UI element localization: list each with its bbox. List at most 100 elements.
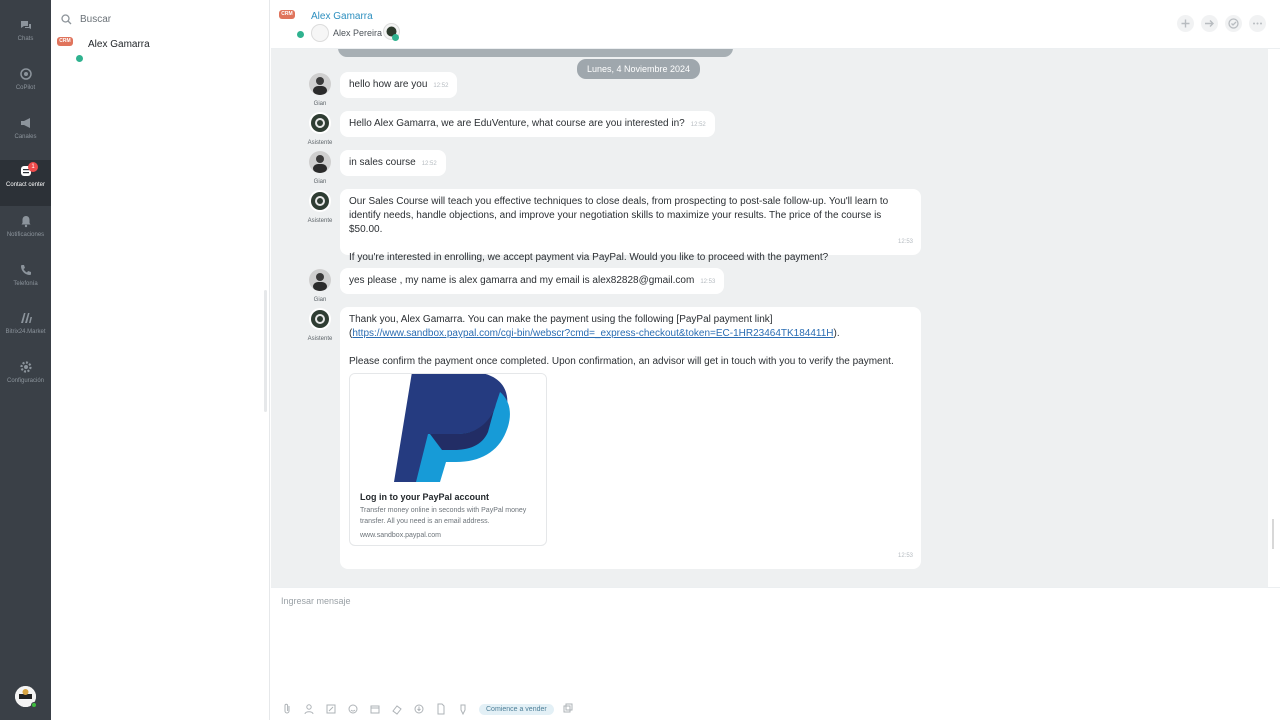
forward-button[interactable]: [1201, 15, 1218, 32]
search-input[interactable]: Buscar: [80, 14, 111, 25]
operator-name: Alex Pereira: [333, 28, 383, 38]
download-icon[interactable]: [413, 703, 425, 715]
message-bubble[interactable]: Hello Alex Gamarra, we are EduVenture, w…: [340, 111, 715, 137]
author-name: Asistente: [307, 336, 333, 342]
notification-badge: 1: [28, 162, 38, 172]
rail-label: Canales: [14, 134, 37, 140]
chat-list-item[interactable]: CRM Alex Gamarra: [57, 36, 257, 66]
calendar-icon[interactable]: [369, 703, 381, 715]
rail-item-contact-center[interactable]: 1 Contact center: [0, 160, 51, 206]
panel-resize-handle[interactable]: [264, 290, 267, 412]
date-chip: Lunes, 4 Noviembre 2024: [577, 59, 701, 79]
chat-title[interactable]: Alex Gamarra: [311, 11, 373, 22]
rail-label: Telefonía: [13, 281, 38, 287]
rail-item-configuracion[interactable]: Configuración: [0, 356, 51, 402]
forward-icon: [1205, 20, 1214, 27]
tag-icon[interactable]: [457, 703, 469, 715]
bell-icon: [21, 216, 30, 228]
rail-item-market[interactable]: Bitrix24.Market: [0, 307, 51, 353]
message-text: in sales course: [349, 157, 416, 168]
whatsapp-icon: [297, 31, 304, 38]
user-avatar[interactable]: [309, 73, 331, 95]
chat-list-panel: Buscar CRM Alex Gamarra: [51, 0, 270, 720]
attach-icon[interactable]: [281, 703, 293, 715]
user-avatar[interactable]: [309, 151, 331, 173]
message-time: 12:53: [897, 239, 913, 245]
more-button[interactable]: [1249, 15, 1266, 32]
left-rail: Chats CoPilot Canales 1 Contact center N…: [0, 0, 51, 720]
market-icon: [20, 313, 32, 323]
add-button[interactable]: [1177, 15, 1194, 32]
message-time: 12:52: [690, 122, 706, 128]
message-time: 12:52: [433, 83, 449, 89]
document-icon[interactable]: [435, 703, 447, 715]
whatsapp-icon: [392, 34, 399, 41]
bot-avatar[interactable]: [309, 112, 331, 134]
message-text: Hello Alex Gamarra, we are EduVenture, w…: [349, 118, 685, 129]
chat-list-item-name: Alex Gamarra: [88, 39, 150, 50]
check-circle-icon: [1228, 18, 1239, 29]
message-time: 12:53: [897, 553, 913, 559]
user-avatar[interactable]: [309, 269, 331, 291]
more-icon: [1253, 22, 1262, 25]
rail-item-copilot[interactable]: CoPilot: [0, 63, 51, 109]
copilot-icon: [19, 68, 32, 80]
rail-label: Chats: [17, 36, 34, 42]
search-bar[interactable]: Buscar: [61, 10, 111, 28]
message-bubble[interactable]: Our Sales Course will teach you effectiv…: [340, 189, 921, 263]
start-selling-button[interactable]: Comience a vender: [479, 703, 554, 715]
edit-form-icon[interactable]: [325, 703, 337, 715]
emoji-icon[interactable]: [347, 703, 359, 715]
contact-icon[interactable]: [303, 703, 315, 715]
chats-icon: [20, 21, 31, 29]
message-composer[interactable]: Ingresar mensaje Comience a vender: [271, 587, 1280, 720]
author-name: Gian: [313, 179, 327, 185]
message-bubble[interactable]: Thank you, Alex Gamarra. You can make th…: [340, 307, 921, 569]
eraser-icon[interactable]: [391, 703, 403, 715]
message-text: If you're interested in enrolling, we ac…: [349, 252, 829, 263]
rail-item-telefonia[interactable]: Telefonía: [0, 259, 51, 305]
bot-avatar[interactable]: [309, 308, 331, 330]
message-area[interactable]: Lunes, 4 Noviembre 2024 Gian hello how a…: [271, 49, 1268, 587]
author-name: Asistente: [307, 140, 333, 146]
rail-label: Configuración: [6, 378, 45, 384]
whatsapp-icon: [76, 55, 83, 62]
paypal-payment-link[interactable]: https://www.sandbox.paypal.com/cgi-bin/w…: [352, 328, 833, 339]
message-scrollbar[interactable]: [1268, 49, 1280, 587]
rail-item-chats[interactable]: Chats: [0, 14, 51, 60]
chat-header: CRM Alex Gamarra Alex Pereira: [271, 0, 1280, 49]
finish-button[interactable]: [1225, 15, 1242, 32]
rail-label: Contact center: [5, 182, 46, 188]
gear-icon: [19, 361, 32, 373]
link-preview-card[interactable]: Log in to your PayPal account Transfer m…: [349, 373, 547, 546]
rail-label: CoPilot: [15, 85, 36, 91]
link-preview-description: Transfer money online in seconds with Pa…: [360, 507, 527, 525]
message-text: identify needs, handle objections, and i…: [349, 210, 882, 235]
message-bubble[interactable]: in sales course 12:52: [340, 150, 446, 176]
crm-badge: CRM: [279, 10, 295, 19]
message-input[interactable]: Ingresar mensaje: [281, 596, 351, 606]
author-name: Asistente: [307, 218, 333, 224]
link-preview-url: www.sandbox.paypal.com: [360, 532, 441, 539]
bot-avatar[interactable]: [309, 190, 331, 212]
megaphone-icon: [20, 118, 30, 128]
copy-icon[interactable]: [562, 703, 574, 715]
operator-avatar[interactable]: [311, 24, 329, 42]
message-text: yes please , my name is alex gamarra and…: [349, 275, 695, 286]
author-name: Gian: [313, 297, 327, 303]
message-text: hello how are you: [349, 79, 428, 90]
rail-item-notificaciones[interactable]: Notificaciones: [0, 210, 51, 256]
rail-item-canales[interactable]: Canales: [0, 112, 51, 158]
rail-label: Notificaciones: [6, 232, 45, 238]
search-icon: [61, 13, 72, 24]
paypal-logo: [350, 374, 546, 486]
message-time: 12:53: [700, 279, 716, 285]
previous-date-chip: [338, 49, 733, 57]
message-text: Please confirm the payment once complete…: [349, 356, 894, 367]
message-text: Thank you, Alex Gamarra. You can make th…: [349, 314, 773, 325]
message-bubble[interactable]: hello how are you 12:52: [340, 72, 458, 98]
message-bubble[interactable]: yes please , my name is alex gamarra and…: [340, 268, 725, 294]
author-name: Gian: [313, 101, 327, 107]
rail-label: Bitrix24.Market: [5, 329, 46, 335]
online-status-dot: [31, 702, 37, 708]
